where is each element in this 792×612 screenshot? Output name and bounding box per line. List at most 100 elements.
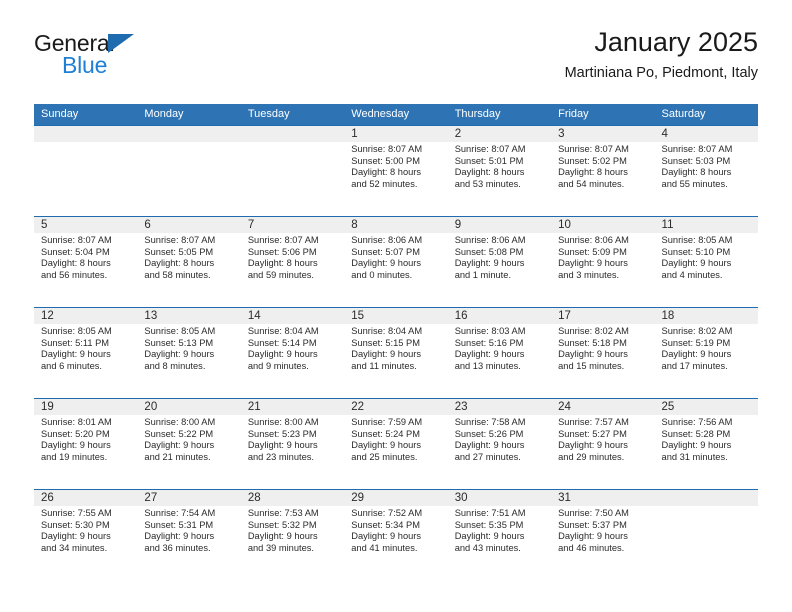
day-cell[interactable] [34, 126, 137, 216]
day-cell[interactable]: 24 Sunrise: 7:57 AM Sunset: 5:27 PM Dayl… [551, 399, 654, 489]
day-cell[interactable]: 23 Sunrise: 7:58 AM Sunset: 5:26 PM Dayl… [448, 399, 551, 489]
sunrise-text: Sunrise: 8:00 AM [247, 417, 319, 427]
day-cell[interactable]: 12 Sunrise: 8:05 AM Sunset: 5:11 PM Dayl… [34, 308, 137, 398]
daylight-line2: and 34 minutes. [41, 542, 108, 553]
day-details: Sunrise: 8:05 AM Sunset: 5:10 PM Dayligh… [662, 235, 751, 281]
day-cell[interactable]: 15 Sunrise: 8:04 AM Sunset: 5:15 PM Dayl… [344, 308, 447, 398]
daylight-line1: Daylight: 9 hours [41, 349, 111, 360]
week-row: 5 Sunrise: 8:07 AM Sunset: 5:04 PM Dayli… [34, 216, 758, 307]
daylight-line2: and 56 minutes. [41, 269, 108, 280]
sunrise-text: Sunrise: 8:05 AM [661, 235, 733, 245]
sunset-text: Sunset: 5:37 PM [558, 519, 627, 530]
daylight-line2: and 31 minutes. [661, 451, 728, 462]
day-cell[interactable]: 19 Sunrise: 8:01 AM Sunset: 5:20 PM Dayl… [34, 399, 137, 489]
daylight-line2: and 11 minutes. [351, 360, 417, 371]
sunrise-text: Sunrise: 7:55 AM [41, 508, 112, 518]
daylight-line1: Daylight: 9 hours [454, 440, 525, 451]
daylight-line2: and 0 minutes. [351, 269, 413, 280]
sunrise-text: Sunrise: 8:06 AM [454, 235, 526, 245]
day-number: 29 [351, 492, 365, 504]
day-details: Sunrise: 8:05 AM Sunset: 5:11 PM Dayligh… [41, 326, 130, 372]
daylight-line1: Daylight: 9 hours [661, 440, 732, 451]
general-blue-logo[interactable]: General Blue [34, 32, 234, 90]
day-cell[interactable]: 2 Sunrise: 8:07 AM Sunset: 5:01 PM Dayli… [448, 126, 551, 216]
day-cell[interactable]: 22 Sunrise: 7:59 AM Sunset: 5:24 PM Dayl… [344, 399, 447, 489]
weekday-header-friday: Friday [558, 108, 589, 120]
day-cell[interactable]: 17 Sunrise: 8:02 AM Sunset: 5:18 PM Dayl… [551, 308, 654, 398]
sunset-text: Sunset: 5:15 PM [351, 337, 420, 348]
sunset-text: Sunset: 5:24 PM [351, 428, 420, 439]
daylight-line1: Daylight: 9 hours [454, 531, 525, 542]
day-details: Sunrise: 8:06 AM Sunset: 5:07 PM Dayligh… [351, 235, 440, 281]
day-cell[interactable]: 4 Sunrise: 8:07 AM Sunset: 5:03 PM Dayli… [655, 126, 758, 216]
day-cell[interactable]: 31 Sunrise: 7:50 AM Sunset: 5:37 PM Dayl… [551, 490, 654, 580]
day-cell[interactable] [655, 490, 758, 580]
day-details: Sunrise: 8:07 AM Sunset: 5:02 PM Dayligh… [558, 144, 647, 190]
day-number: 27 [144, 492, 158, 504]
day-details: Sunrise: 8:00 AM Sunset: 5:22 PM Dayligh… [144, 417, 233, 463]
sunset-text: Sunset: 5:02 PM [558, 155, 627, 166]
sunrise-text: Sunrise: 7:50 AM [558, 508, 629, 518]
daylight-line1: Daylight: 9 hours [558, 349, 628, 360]
day-cell[interactable]: 3 Sunrise: 8:07 AM Sunset: 5:02 PM Dayli… [551, 126, 654, 216]
day-number: 30 [454, 492, 468, 504]
day-number: 26 [41, 492, 54, 504]
day-cell[interactable]: 13 Sunrise: 8:05 AM Sunset: 5:13 PM Dayl… [137, 308, 240, 398]
daylight-line2: and 54 minutes. [558, 178, 625, 189]
day-cell[interactable]: 18 Sunrise: 8:02 AM Sunset: 5:19 PM Dayl… [655, 308, 758, 398]
day-details: Sunrise: 7:55 AM Sunset: 5:30 PM Dayligh… [41, 508, 130, 554]
day-cell[interactable]: 8 Sunrise: 8:06 AM Sunset: 5:07 PM Dayli… [344, 217, 447, 307]
day-cell[interactable] [241, 126, 344, 216]
sunrise-text: Sunrise: 7:58 AM [454, 417, 526, 427]
daylight-line2: and 13 minutes. [454, 360, 521, 371]
day-cell[interactable]: 9 Sunrise: 8:06 AM Sunset: 5:08 PM Dayli… [448, 217, 551, 307]
day-cell[interactable]: 1 Sunrise: 8:07 AM Sunset: 5:00 PM Dayli… [344, 126, 447, 216]
page-title: January 2025 [594, 27, 758, 57]
day-cell[interactable]: 27 Sunrise: 7:54 AM Sunset: 5:31 PM Dayl… [137, 490, 240, 580]
day-cell[interactable]: 16 Sunrise: 8:03 AM Sunset: 5:16 PM Dayl… [448, 308, 551, 398]
day-cell[interactable]: 11 Sunrise: 8:05 AM Sunset: 5:10 PM Dayl… [655, 217, 758, 307]
daylight-line2: and 36 minutes. [144, 542, 211, 553]
daylight-line1: Daylight: 9 hours [351, 531, 422, 542]
day-cell[interactable]: 5 Sunrise: 8:07 AM Sunset: 5:04 PM Dayli… [34, 217, 137, 307]
day-number: 14 [247, 310, 261, 322]
sunset-text: Sunset: 5:08 PM [454, 246, 524, 257]
daylight-line2: and 29 minutes. [558, 451, 625, 462]
sunset-text: Sunset: 5:32 PM [247, 519, 317, 530]
day-number: 12 [41, 310, 54, 322]
sunset-text: Sunset: 5:20 PM [41, 428, 110, 439]
sunset-text: Sunset: 5:23 PM [247, 428, 317, 439]
daylight-line2: and 1 minute. [454, 269, 512, 280]
day-cell[interactable] [137, 126, 240, 216]
daylight-line1: Daylight: 8 hours [351, 167, 422, 178]
daylight-line1: Daylight: 9 hours [351, 440, 422, 451]
day-cell[interactable]: 30 Sunrise: 7:51 AM Sunset: 5:35 PM Dayl… [448, 490, 551, 580]
day-cell[interactable]: 6 Sunrise: 8:07 AM Sunset: 5:05 PM Dayli… [137, 217, 240, 307]
sunrise-text: Sunrise: 8:07 AM [144, 235, 216, 245]
daylight-line1: Daylight: 8 hours [558, 167, 628, 178]
sunset-text: Sunset: 5:34 PM [351, 519, 420, 530]
day-cell[interactable]: 25 Sunrise: 7:56 AM Sunset: 5:28 PM Dayl… [655, 399, 758, 489]
day-cell[interactable]: 29 Sunrise: 7:52 AM Sunset: 5:34 PM Dayl… [344, 490, 447, 580]
day-number: 3 [558, 128, 565, 140]
day-cell[interactable]: 28 Sunrise: 7:53 AM Sunset: 5:32 PM Dayl… [241, 490, 344, 580]
day-cell[interactable]: 26 Sunrise: 7:55 AM Sunset: 5:30 PM Dayl… [34, 490, 137, 580]
sunset-text: Sunset: 5:11 PM [41, 337, 110, 348]
day-details: Sunrise: 7:56 AM Sunset: 5:28 PM Dayligh… [662, 417, 751, 463]
day-cell[interactable]: 7 Sunrise: 8:07 AM Sunset: 5:06 PM Dayli… [241, 217, 344, 307]
day-details: Sunrise: 8:02 AM Sunset: 5:18 PM Dayligh… [558, 326, 647, 372]
day-cell[interactable]: 20 Sunrise: 8:00 AM Sunset: 5:22 PM Dayl… [137, 399, 240, 489]
day-cell[interactable]: 21 Sunrise: 8:00 AM Sunset: 5:23 PM Dayl… [241, 399, 344, 489]
sunset-text: Sunset: 5:13 PM [144, 337, 214, 348]
daylight-line1: Daylight: 8 hours [454, 167, 525, 178]
day-details: Sunrise: 7:50 AM Sunset: 5:37 PM Dayligh… [558, 508, 647, 554]
daylight-line1: Daylight: 9 hours [41, 440, 111, 451]
day-cell[interactable]: 14 Sunrise: 8:04 AM Sunset: 5:14 PM Dayl… [241, 308, 344, 398]
sunset-text: Sunset: 5:27 PM [558, 428, 627, 439]
day-number: 1 [351, 128, 358, 140]
day-details: Sunrise: 8:05 AM Sunset: 5:13 PM Dayligh… [144, 326, 233, 372]
sunrise-text: Sunrise: 8:07 AM [351, 144, 423, 154]
sunrise-text: Sunrise: 7:52 AM [351, 508, 423, 518]
day-cell[interactable]: 10 Sunrise: 8:06 AM Sunset: 5:09 PM Dayl… [551, 217, 654, 307]
page-header: General Blue January 2025 Martiniana Po,… [34, 26, 758, 98]
